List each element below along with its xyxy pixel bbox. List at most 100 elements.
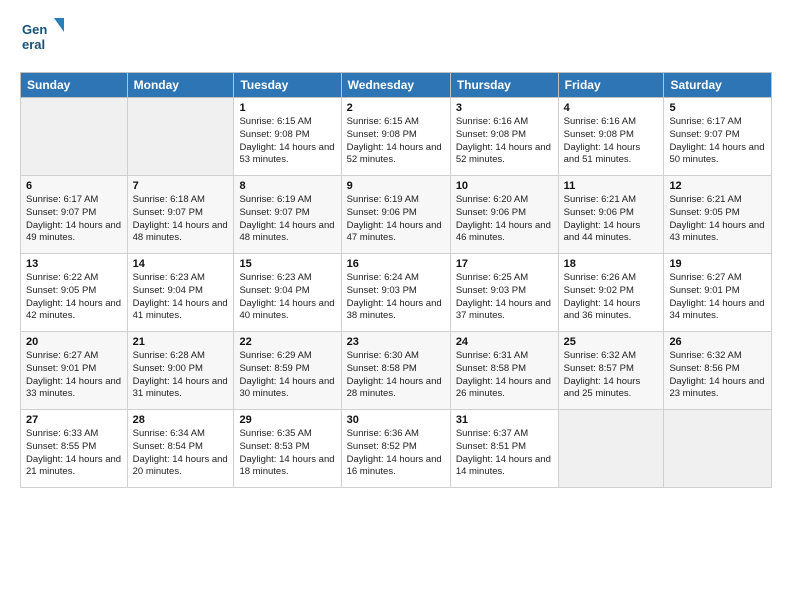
day-number: 11 — [564, 180, 659, 192]
day-number: 26 — [669, 336, 766, 348]
week-row-4: 20 Sunrise: 6:27 AMSunset: 9:01 PMDayligh… — [21, 332, 772, 410]
day-number: 12 — [669, 180, 766, 192]
day-cell: 6Sunrise: 6:17 AMSunset: 9:07 PMDaylight… — [21, 176, 128, 254]
day-cell: 19 Sunrise: 6:27 AMSunset: 9:01 PMDayligh… — [664, 254, 772, 332]
day-info: Sunrise: 6:15 AMSunset: 9:08 PMDaylight:… — [347, 116, 445, 167]
day-info: Sunrise: 6:22 AMSunset: 9:05 PMDaylight:… — [26, 272, 122, 323]
day-number: 30 — [347, 414, 445, 426]
day-number: 20 — [26, 336, 122, 348]
week-row-5: 27Sunrise: 6:33 AMSunset: 8:55 PMDayligh… — [21, 410, 772, 488]
day-number: 19 — [669, 258, 766, 270]
day-cell: 10 Sunrise: 6:20 AMSunset: 9:06 PMDayligh… — [450, 176, 558, 254]
day-cell: 4 Sunrise: 6:16 AMSunset: 9:08 PMDaylight… — [558, 98, 664, 176]
day-number: 10 — [456, 180, 553, 192]
day-info: Sunrise: 6:27 AMSunset: 9:01 PMDaylight:… — [26, 350, 122, 401]
day-number: 4 — [564, 102, 659, 114]
day-cell: 23 Sunrise: 6:30 AMSunset: 8:58 PMDayligh… — [341, 332, 450, 410]
day-info: Sunrise: 6:19 AMSunset: 9:06 PMDaylight:… — [347, 194, 445, 245]
day-info: Sunrise: 6:26 AMSunset: 9:02 PMDaylight:… — [564, 272, 659, 323]
day-info: Sunrise: 6:36 AMSunset: 8:52 PMDaylight:… — [347, 428, 445, 479]
day-info: Sunrise: 6:35 AMSunset: 8:53 PMDaylight:… — [239, 428, 335, 479]
week-row-1: 1 Sunrise: 6:15 AMSunset: 9:08 PMDaylight… — [21, 98, 772, 176]
day-number: 17 — [456, 258, 553, 270]
day-cell: 26 Sunrise: 6:32 AMSunset: 8:56 PMDayligh… — [664, 332, 772, 410]
day-info: Sunrise: 6:23 AMSunset: 9:04 PMDaylight:… — [239, 272, 335, 323]
day-cell: 1Sunrise: 6:15 AMSunset: 9:08 PMDaylight… — [234, 98, 341, 176]
day-info: Sunrise: 6:29 AMSunset: 8:59 PMDaylight:… — [239, 350, 335, 401]
day-info: Sunrise: 6:33 AMSunset: 8:55 PMDaylight:… — [26, 428, 122, 479]
day-info: Sunrise: 6:28 AMSunset: 9:00 PMDaylight:… — [133, 350, 229, 401]
logo-icon: Gen eral — [20, 16, 64, 60]
calendar-table: SundayMondayTuesdayWednesdayThursdayFrid… — [20, 72, 772, 488]
day-cell: 2Sunrise: 6:15 AMSunset: 9:08 PMDaylight… — [341, 98, 450, 176]
day-cell: 5 Sunrise: 6:17 AMSunset: 9:07 PMDaylight… — [664, 98, 772, 176]
day-number: 16 — [347, 258, 445, 270]
day-number: 8 — [239, 180, 335, 192]
day-cell: 22 Sunrise: 6:29 AMSunset: 8:59 PMDayligh… — [234, 332, 341, 410]
day-number: 29 — [239, 414, 335, 426]
day-cell: 28Sunrise: 6:34 AMSunset: 8:54 PMDayligh… — [127, 410, 234, 488]
day-cell: 20 Sunrise: 6:27 AMSunset: 9:01 PMDayligh… — [21, 332, 128, 410]
weekday-sunday: Sunday — [21, 73, 128, 98]
day-number: 18 — [564, 258, 659, 270]
day-number: 1 — [239, 102, 335, 114]
day-info: Sunrise: 6:24 AMSunset: 9:03 PMDaylight:… — [347, 272, 445, 323]
logo: Gen eral — [20, 16, 64, 60]
day-cell — [127, 98, 234, 176]
day-cell: 21 Sunrise: 6:28 AMSunset: 9:00 PMDayligh… — [127, 332, 234, 410]
weekday-friday: Friday — [558, 73, 664, 98]
weekday-wednesday: Wednesday — [341, 73, 450, 98]
day-cell: 12Sunrise: 6:21 AMSunset: 9:05 PMDayligh… — [664, 176, 772, 254]
day-cell: 29 Sunrise: 6:35 AMSunset: 8:53 PMDayligh… — [234, 410, 341, 488]
day-cell: 25Sunrise: 6:32 AMSunset: 8:57 PMDayligh… — [558, 332, 664, 410]
day-cell: 7 Sunrise: 6:18 AMSunset: 9:07 PMDaylight… — [127, 176, 234, 254]
day-cell: 14Sunrise: 6:23 AMSunset: 9:04 PMDayligh… — [127, 254, 234, 332]
day-cell: 27Sunrise: 6:33 AMSunset: 8:55 PMDayligh… — [21, 410, 128, 488]
header: Gen eral — [20, 16, 772, 60]
weekday-header-row: SundayMondayTuesdayWednesdayThursdayFrid… — [21, 73, 772, 98]
weekday-saturday: Saturday — [664, 73, 772, 98]
day-number: 7 — [133, 180, 229, 192]
day-info: Sunrise: 6:20 AMSunset: 9:06 PMDaylight:… — [456, 194, 553, 245]
day-cell: 24 Sunrise: 6:31 AMSunset: 8:58 PMDayligh… — [450, 332, 558, 410]
day-info: Sunrise: 6:17 AMSunset: 9:07 PMDaylight:… — [669, 116, 766, 167]
day-number: 15 — [239, 258, 335, 270]
day-info: Sunrise: 6:18 AMSunset: 9:07 PMDaylight:… — [133, 194, 229, 245]
day-number: 23 — [347, 336, 445, 348]
day-cell: 13 Sunrise: 6:22 AMSunset: 9:05 PMDayligh… — [21, 254, 128, 332]
day-cell: 30 Sunrise: 6:36 AMSunset: 8:52 PMDayligh… — [341, 410, 450, 488]
day-info: Sunrise: 6:32 AMSunset: 8:56 PMDaylight:… — [669, 350, 766, 401]
day-info: Sunrise: 6:16 AMSunset: 9:08 PMDaylight:… — [456, 116, 553, 167]
day-number: 24 — [456, 336, 553, 348]
day-info: Sunrise: 6:27 AMSunset: 9:01 PMDaylight:… — [669, 272, 766, 323]
day-cell: 16 Sunrise: 6:24 AMSunset: 9:03 PMDayligh… — [341, 254, 450, 332]
day-number: 22 — [239, 336, 335, 348]
day-number: 9 — [347, 180, 445, 192]
weekday-monday: Monday — [127, 73, 234, 98]
day-info: Sunrise: 6:16 AMSunset: 9:08 PMDaylight:… — [564, 116, 659, 167]
day-cell: 18 Sunrise: 6:26 AMSunset: 9:02 PMDayligh… — [558, 254, 664, 332]
day-info: Sunrise: 6:25 AMSunset: 9:03 PMDaylight:… — [456, 272, 553, 323]
day-cell — [21, 98, 128, 176]
day-cell: 15 Sunrise: 6:23 AMSunset: 9:04 PMDayligh… — [234, 254, 341, 332]
weekday-thursday: Thursday — [450, 73, 558, 98]
day-info: Sunrise: 6:19 AMSunset: 9:07 PMDaylight:… — [239, 194, 335, 245]
day-info: Sunrise: 6:23 AMSunset: 9:04 PMDaylight:… — [133, 272, 229, 323]
day-info: Sunrise: 6:37 AMSunset: 8:51 PMDaylight:… — [456, 428, 553, 479]
day-info: Sunrise: 6:30 AMSunset: 8:58 PMDaylight:… — [347, 350, 445, 401]
day-number: 3 — [456, 102, 553, 114]
day-info: Sunrise: 6:21 AMSunset: 9:06 PMDaylight:… — [564, 194, 659, 245]
weekday-tuesday: Tuesday — [234, 73, 341, 98]
day-number: 31 — [456, 414, 553, 426]
day-info: Sunrise: 6:31 AMSunset: 8:58 PMDaylight:… — [456, 350, 553, 401]
main-container: Gen eral SundayMondayTuesdayWednesdayThu… — [0, 0, 792, 498]
week-row-2: 6Sunrise: 6:17 AMSunset: 9:07 PMDaylight… — [21, 176, 772, 254]
day-number: 5 — [669, 102, 766, 114]
day-cell: 17 Sunrise: 6:25 AMSunset: 9:03 PMDayligh… — [450, 254, 558, 332]
day-number: 6 — [26, 180, 122, 192]
svg-text:eral: eral — [22, 37, 45, 52]
day-number: 13 — [26, 258, 122, 270]
day-cell: 31 Sunrise: 6:37 AMSunset: 8:51 PMDayligh… — [450, 410, 558, 488]
day-cell — [558, 410, 664, 488]
day-number: 21 — [133, 336, 229, 348]
